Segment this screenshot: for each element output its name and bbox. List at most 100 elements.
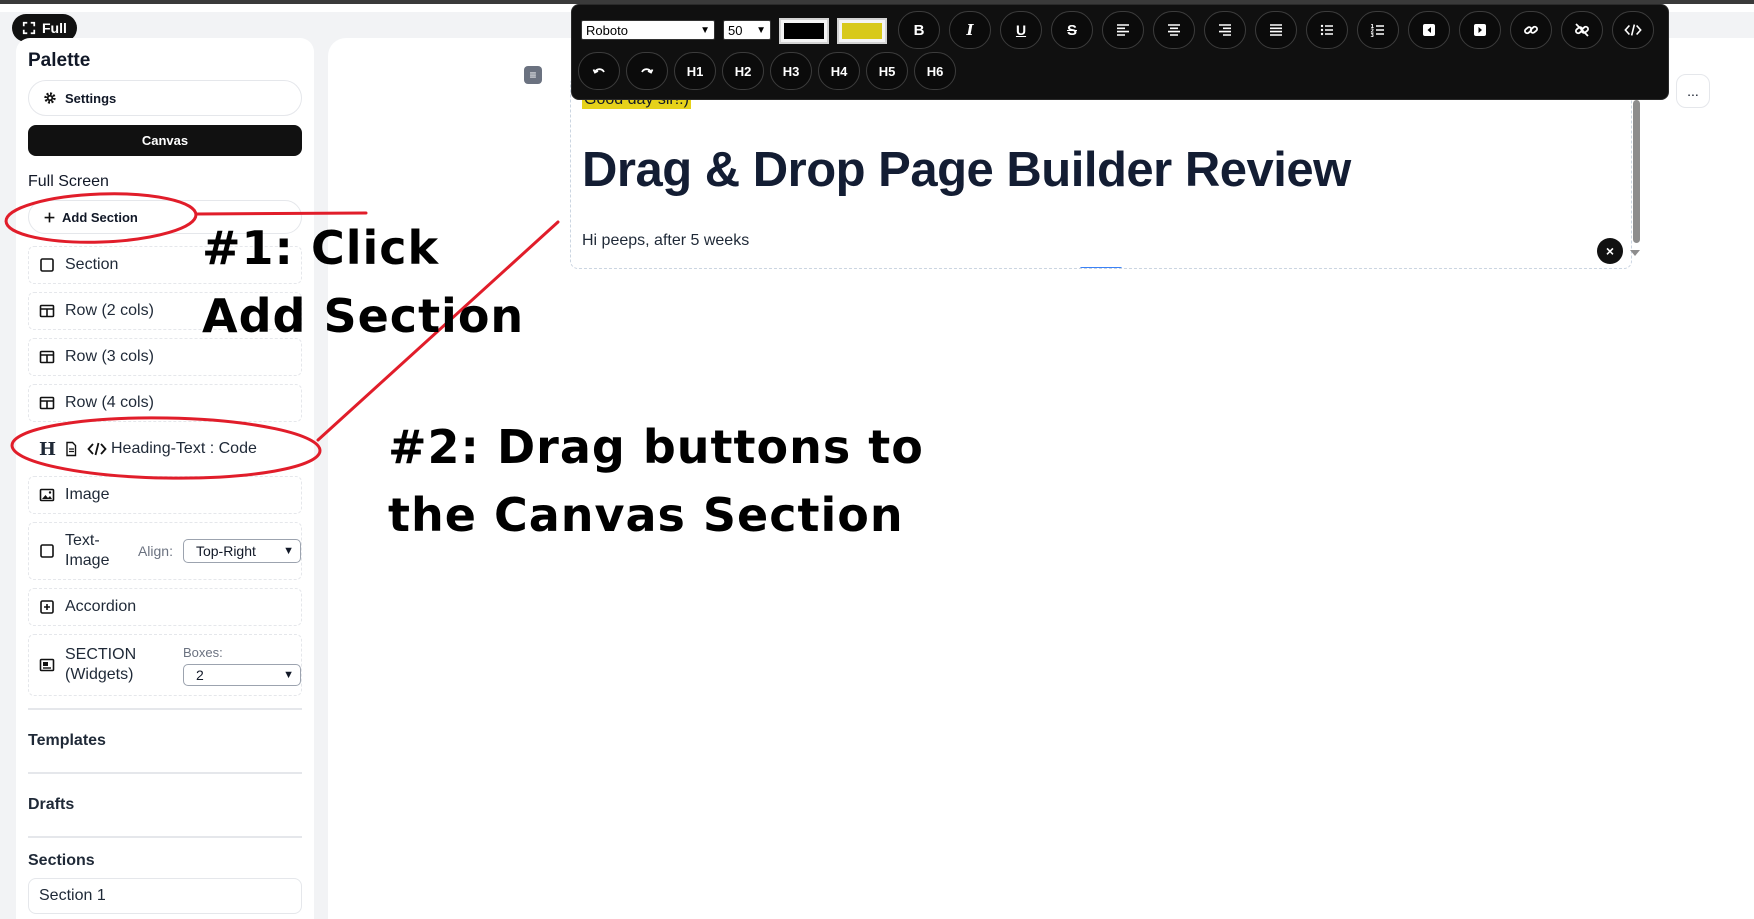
boxes-select[interactable]: 2 ▼	[183, 663, 301, 686]
scroll-down-icon[interactable]	[1630, 250, 1640, 256]
palette-item-label: Accordion	[65, 598, 137, 615]
remove-link-button[interactable]	[1561, 11, 1603, 49]
svg-text:3: 3	[1371, 33, 1375, 38]
divider	[28, 772, 302, 774]
palette-item-text-image[interactable]: Text- Image Align: Top-Right ▼	[28, 522, 302, 580]
palette-item-label: Row (4 cols)	[65, 394, 154, 411]
heading-icon: H	[39, 438, 57, 460]
rich-text-toolbar: Roboto ▼ 50 ▼ B I U S 123 H1 H2 H3 H4 H5…	[571, 4, 1669, 100]
numbered-list-button[interactable]: 123	[1357, 11, 1399, 49]
palette-title: Palette	[28, 50, 91, 71]
align-center-button[interactable]	[1153, 11, 1195, 49]
heading-h6-button[interactable]: H6	[914, 52, 956, 90]
palette-item-label: SECTION (Widgets)	[65, 646, 137, 683]
paragraph-text[interactable]: Hi peeps, after 5 weeks	[582, 232, 749, 250]
palette-item-label: Section	[65, 256, 119, 273]
strikethrough-button[interactable]: S	[1051, 11, 1093, 49]
indent-button[interactable]	[1459, 11, 1501, 49]
square-icon	[40, 544, 54, 558]
image-icon	[39, 488, 55, 502]
palette-item-label: Image	[65, 486, 110, 503]
align-center-icon	[1168, 24, 1180, 36]
text-color-swatch	[784, 23, 824, 39]
font-family-select[interactable]: Roboto ▼	[581, 20, 715, 40]
close-block-button[interactable]: ×	[1597, 238, 1623, 264]
palette-item-image[interactable]: Image	[28, 476, 302, 514]
outdent-icon	[1423, 24, 1435, 36]
heading-h5-button[interactable]: H5	[866, 52, 908, 90]
align-label: Align:	[137, 543, 173, 559]
redo-icon	[641, 68, 654, 74]
columns-icon	[39, 396, 55, 410]
drafts-heading[interactable]: Drafts	[28, 796, 74, 814]
palette-item-heading-text-code[interactable]: H Heading-Text : Code	[28, 430, 302, 468]
code-view-button[interactable]	[1612, 11, 1654, 49]
palette-item-section-widgets[interactable]: SECTION (Widgets) Boxes: 2 ▼	[28, 634, 302, 696]
chevron-down-icon: ▼	[756, 24, 766, 36]
boxes-label: Boxes:	[183, 644, 223, 660]
bullet-list-button[interactable]	[1306, 11, 1348, 49]
resize-handle[interactable]	[1080, 267, 1122, 268]
more-options-button[interactable]: ...	[1676, 74, 1710, 108]
heading-h2-button[interactable]: H2	[722, 52, 764, 90]
highlight-color-swatch	[842, 23, 882, 39]
text-color-picker[interactable]	[779, 18, 829, 44]
full-button-label: Full	[42, 20, 67, 36]
bold-button[interactable]: B	[898, 11, 940, 49]
palette-item-label: Text- Image	[65, 532, 110, 569]
annotation-step-1: #1: Click Add Section	[202, 221, 525, 343]
align-select[interactable]: Top-Right ▼	[182, 539, 301, 563]
underline-icon: U	[1015, 22, 1027, 38]
section-list-item[interactable]: Section 1	[28, 878, 302, 914]
chevron-down-icon: ▼	[700, 24, 710, 36]
unlink-icon	[1575, 23, 1589, 37]
code-icon	[87, 442, 107, 456]
columns-icon	[39, 304, 55, 318]
align-left-icon	[1117, 24, 1129, 36]
align-left-button[interactable]	[1102, 11, 1144, 49]
highlight-color-picker[interactable]	[837, 18, 887, 44]
heading-h3-button[interactable]: H3	[770, 52, 812, 90]
redo-button[interactable]	[626, 52, 668, 90]
canvas-section-block[interactable]: Good day sir!:) Drag & Drop Page Builder…	[570, 76, 1632, 269]
undo-icon	[592, 68, 605, 74]
scrollbar-thumb[interactable]	[1633, 100, 1640, 243]
font-size-select[interactable]: 50 ▼	[723, 20, 771, 40]
align-justify-button[interactable]	[1255, 11, 1297, 49]
outdent-button[interactable]	[1408, 11, 1450, 49]
palette-item-accordion[interactable]: Accordion	[28, 588, 302, 626]
plus-square-icon	[40, 600, 54, 614]
font-family-value: Roboto	[586, 22, 628, 38]
palette-item-row-4-cols[interactable]: Row (4 cols)	[28, 384, 302, 422]
boxes-control: Boxes: 2 ▼	[183, 645, 301, 686]
settings-label: Settings	[65, 90, 117, 106]
palette-item-label: Row (3 cols)	[65, 348, 154, 365]
italic-button[interactable]: I	[949, 11, 991, 49]
square-icon	[40, 258, 54, 272]
gear-icon	[44, 92, 56, 104]
columns-icon	[39, 350, 55, 364]
drag-handle-icon[interactable]: ≡	[524, 66, 542, 84]
strikethrough-icon: S	[1066, 21, 1077, 39]
widgets-icon	[39, 658, 55, 672]
heading-h1-button[interactable]: H1	[674, 52, 716, 90]
page-heading[interactable]: Drag & Drop Page Builder Review	[582, 142, 1351, 198]
heading-h4-button[interactable]: H4	[818, 52, 860, 90]
templates-heading[interactable]: Templates	[28, 732, 106, 750]
annotation-step-2: #2: Drag buttons to the Canvas Section	[388, 420, 924, 542]
align-select-value: Top-Right	[195, 543, 256, 559]
insert-link-button[interactable]	[1510, 11, 1552, 49]
plus-icon	[44, 212, 55, 222]
settings-button[interactable]: Settings	[28, 80, 302, 116]
align-right-icon	[1219, 24, 1231, 36]
canvas-button[interactable]: Canvas	[28, 125, 302, 156]
link-icon	[1524, 25, 1538, 35]
divider	[28, 836, 302, 838]
fullscreen-label: Full Screen	[28, 173, 109, 190]
document-icon	[66, 441, 77, 457]
italic-icon: I	[966, 21, 974, 39]
palette-sidebar: Palette Settings Canvas Full Screen Add …	[16, 38, 314, 919]
underline-button[interactable]: U	[1000, 11, 1042, 49]
undo-button[interactable]	[578, 52, 620, 90]
align-right-button[interactable]	[1204, 11, 1246, 49]
